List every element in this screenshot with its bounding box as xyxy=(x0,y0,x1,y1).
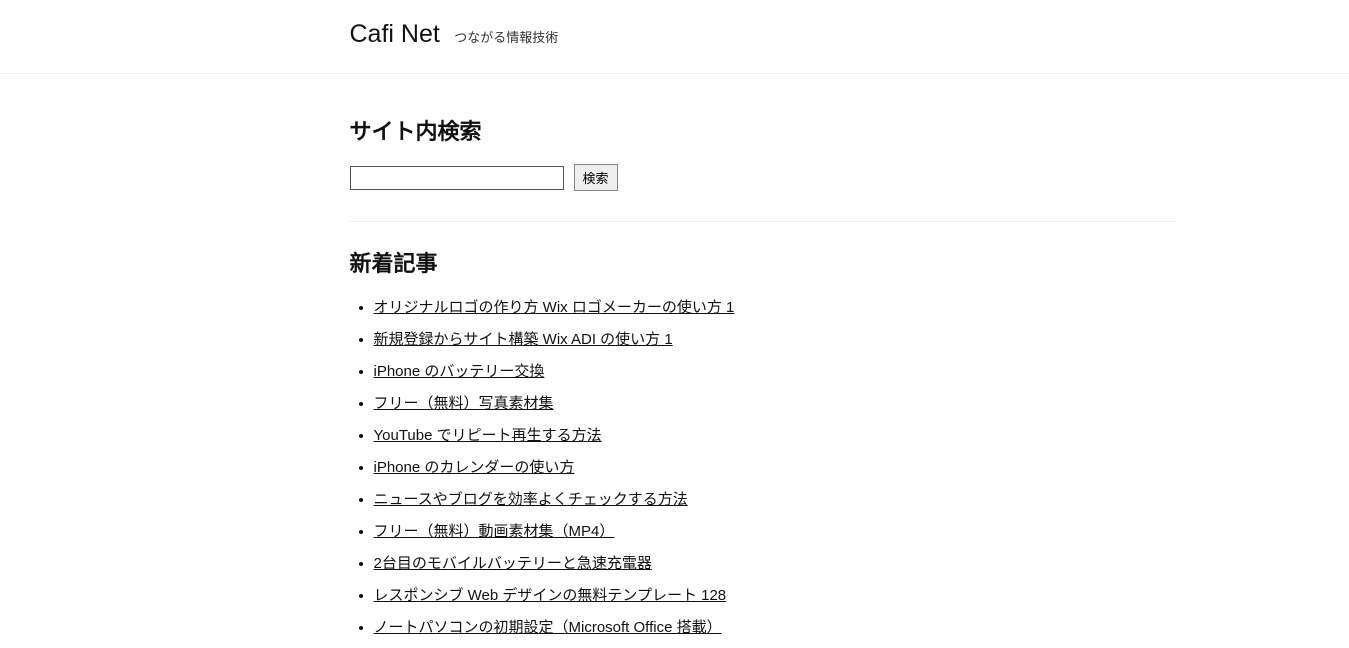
search-button[interactable]: 検索 xyxy=(574,164,618,191)
list-item: レスポンシブ Web デザインの無料テンプレート 128 xyxy=(374,584,1175,605)
list-item: YouTube でリピート再生する方法 xyxy=(374,424,1175,445)
site-tagline: つながる情報技術 xyxy=(454,30,558,45)
article-link[interactable]: iPhone のバッテリー交換 xyxy=(374,363,545,380)
recent-articles-section: 新着記事 オリジナルロゴの作り方 Wix ロゴメーカーの使い方 1 新規登録からサ… xyxy=(350,222,1175,637)
article-link[interactable]: フリー（無料）写真素材集 xyxy=(374,395,554,412)
list-item: オリジナルロゴの作り方 Wix ロゴメーカーの使い方 1 xyxy=(374,296,1175,317)
article-link[interactable]: レスポンシブ Web デザインの無料テンプレート 128 xyxy=(374,587,727,604)
article-link[interactable]: YouTube でリピート再生する方法 xyxy=(374,427,602,444)
list-item: ニュースやブログを効率よくチェックする方法 xyxy=(374,488,1175,509)
search-heading: サイト内検索 xyxy=(350,114,1175,146)
list-item: 2台目のモバイルバッテリーと急速充電器 xyxy=(374,552,1175,573)
list-item: iPhone のバッテリー交換 xyxy=(374,360,1175,381)
article-link[interactable]: 2台目のモバイルバッテリーと急速充電器 xyxy=(374,555,652,572)
article-list: オリジナルロゴの作り方 Wix ロゴメーカーの使い方 1 新規登録からサイト構築 … xyxy=(350,296,1175,637)
article-link[interactable]: オリジナルロゴの作り方 Wix ロゴメーカーの使い方 1 xyxy=(374,299,735,316)
article-link[interactable]: ニュースやブログを効率よくチェックする方法 xyxy=(374,491,688,508)
search-row: 検索 xyxy=(350,164,1175,222)
list-item: iPhone のカレンダーの使い方 xyxy=(374,456,1175,477)
search-input[interactable] xyxy=(350,166,564,190)
article-link[interactable]: iPhone のカレンダーの使い方 xyxy=(374,459,575,476)
article-link[interactable]: ノートパソコンの初期設定（Microsoft Office 搭載） xyxy=(374,619,722,636)
list-item: フリー（無料）写真素材集 xyxy=(374,392,1175,413)
article-link[interactable]: フリー（無料）動画素材集（MP4） xyxy=(374,523,615,540)
list-item: 新規登録からサイト構築 Wix ADI の使い方 1 xyxy=(374,328,1175,349)
article-link[interactable]: 新規登録からサイト構築 Wix ADI の使い方 1 xyxy=(374,331,673,348)
site-title: Cafi Net xyxy=(350,20,440,48)
list-item: ノートパソコンの初期設定（Microsoft Office 搭載） xyxy=(374,616,1175,637)
search-section: サイト内検索 検索 xyxy=(350,114,1175,222)
recent-heading: 新着記事 xyxy=(350,246,1175,278)
list-item: フリー（無料）動画素材集（MP4） xyxy=(374,520,1175,541)
